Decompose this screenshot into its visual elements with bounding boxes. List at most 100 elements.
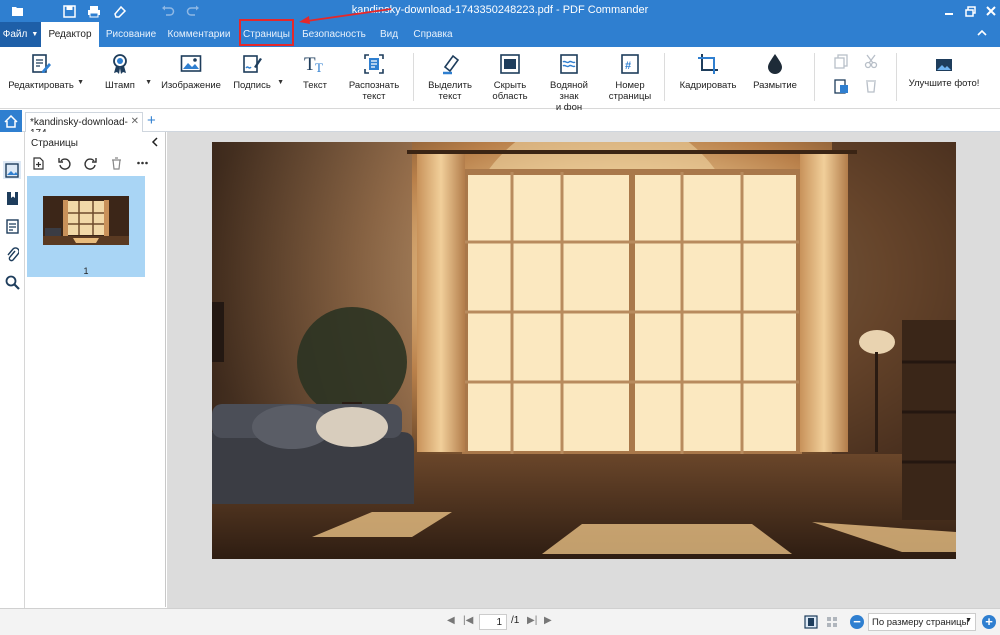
document-viewer[interactable] (167, 132, 1000, 608)
cut-icon[interactable] (864, 54, 878, 72)
photo-icon (932, 56, 956, 74)
home-button[interactable] (0, 110, 22, 132)
pages-panel-title: Страницы (31, 138, 78, 149)
collapse-ribbon-icon[interactable] (976, 27, 990, 41)
highlight-text-label-1: Выделить (428, 80, 472, 91)
edit-button[interactable]: Редактировать ▼ (8, 52, 84, 91)
hide-area-button[interactable]: Скрыть область (488, 52, 532, 102)
redact-icon (498, 52, 522, 76)
drop-icon (763, 52, 787, 76)
title-bar: kandinsky-download-1743350248223.pdf - P… (0, 0, 1000, 22)
close-icon[interactable] (983, 3, 999, 19)
chevron-left-icon[interactable] (151, 136, 159, 150)
total-pages: /1 (511, 615, 520, 626)
ribbon-divider (664, 53, 665, 101)
page-thumbnail-image (43, 196, 129, 245)
pages-toolbar (31, 156, 149, 170)
zoom-in-icon[interactable]: + (982, 615, 996, 629)
tab-drawing[interactable]: Рисование (101, 22, 161, 47)
file-menu-button[interactable]: Файл ▼ (0, 22, 41, 47)
trash-icon[interactable] (109, 156, 123, 170)
document-tab[interactable]: *kandinsky-download-174... ✕ (25, 112, 143, 139)
current-page-input[interactable]: 1 (479, 614, 507, 630)
rotate-right-icon[interactable] (83, 156, 97, 170)
watermark-icon (557, 52, 581, 76)
improve-photo-label: Улучшите фото! (908, 78, 980, 89)
copy-icon[interactable] (834, 54, 848, 72)
zoom-mode-select[interactable]: По размеру страницы ▼ (868, 613, 976, 631)
status-bar: ◀ |◀ 1 /1 ▶| ▶ − По размеру страницы ▼ + (0, 608, 1000, 635)
crop-button[interactable]: Кадрировать (678, 52, 738, 91)
attachment-icon[interactable] (3, 245, 21, 263)
minimize-icon[interactable] (941, 3, 957, 19)
first-page-icon[interactable]: ◀ (447, 615, 455, 626)
ribbon-divider (896, 53, 897, 101)
add-page-icon[interactable] (31, 156, 45, 170)
grid-view-icon[interactable] (825, 615, 839, 632)
document-page-image (212, 142, 956, 559)
improve-photo-button[interactable]: Улучшите фото! (906, 56, 982, 89)
watermark-button[interactable]: Водяной знак и фон (540, 52, 598, 113)
signature-button[interactable]: Подпись ▼ (232, 52, 284, 91)
ribbon-divider (814, 53, 815, 101)
highlight-text-button[interactable]: Выделить текст (424, 52, 476, 102)
window-title: kandinsky-download-1743350248223.pdf - P… (351, 4, 649, 16)
side-toolbar (0, 132, 25, 635)
zoom-out-icon[interactable]: − (850, 615, 864, 629)
tab-help[interactable]: Справка (408, 22, 458, 47)
hide-area-label-1: Скрыть (493, 80, 527, 91)
page-number-label-2: страницы (608, 91, 652, 102)
stamp-button[interactable]: Штамп ▼ (100, 52, 152, 91)
image-label: Изображение (161, 80, 221, 91)
image-button[interactable]: Изображение (160, 52, 222, 91)
page-number-button[interactable]: # Номер страницы (606, 52, 654, 102)
stamp-icon (108, 52, 132, 76)
blur-label: Размытие (753, 80, 797, 91)
close-tab-icon[interactable]: ✕ (131, 116, 139, 127)
more-icon[interactable] (135, 156, 149, 170)
home-icon (4, 114, 18, 128)
signature-label: Подпись (233, 80, 271, 91)
single-page-view-icon[interactable] (804, 615, 818, 632)
recognize-text-button[interactable]: Распознать текст (346, 52, 402, 102)
delete-icon[interactable] (864, 78, 878, 96)
page-thumbnail[interactable]: 1 (27, 176, 145, 277)
bookmark-icon[interactable] (3, 189, 21, 207)
tab-comments[interactable]: Комментарии (163, 22, 235, 47)
rotate-left-icon[interactable] (57, 156, 71, 170)
text-icon: TT (303, 52, 327, 76)
zoom-mode-value: По размеру страницы (872, 617, 969, 628)
svg-text:T: T (315, 60, 323, 75)
chevron-down-icon: ▼ (965, 617, 972, 624)
text-button[interactable]: TT Текст (298, 52, 332, 91)
edit-document-icon (29, 52, 53, 76)
paste-icon[interactable] (834, 78, 849, 97)
pages-panel-icon[interactable] (3, 161, 21, 179)
chevron-down-icon[interactable]: ▼ (277, 77, 284, 88)
annotation-arrow-icon (299, 8, 392, 24)
highlight-text-label-2: текст (438, 91, 462, 102)
crop-label: Кадрировать (679, 80, 737, 91)
stamp-label: Штамп (105, 80, 135, 91)
blur-button[interactable]: Размытие (750, 52, 800, 91)
search-icon[interactable] (3, 273, 21, 291)
hide-area-label-2: область (492, 91, 528, 102)
next-page-icon[interactable]: ▶| (527, 615, 537, 626)
add-tab-icon[interactable]: + (147, 112, 156, 129)
pages-panel: Страницы 1 (25, 132, 166, 607)
restore-icon[interactable] (962, 3, 978, 19)
notes-icon[interactable] (3, 217, 21, 235)
image-icon (179, 52, 203, 76)
recognize-text-label-1: Распознать (348, 80, 400, 91)
chevron-down-icon[interactable]: ▼ (77, 77, 84, 88)
chevron-down-icon: ▼ (31, 31, 39, 38)
chevron-down-icon[interactable]: ▼ (145, 77, 152, 88)
recognize-text-label-2: текст (362, 91, 386, 102)
tab-editor[interactable]: Редактор (41, 22, 99, 47)
previous-page-icon[interactable]: |◀ (463, 615, 473, 626)
highlight-box (239, 19, 294, 46)
page-number-label-1: Номер (615, 80, 645, 91)
ribbon-divider (413, 53, 414, 101)
ocr-icon (362, 52, 386, 76)
last-page-icon[interactable]: ▶ (544, 615, 552, 626)
